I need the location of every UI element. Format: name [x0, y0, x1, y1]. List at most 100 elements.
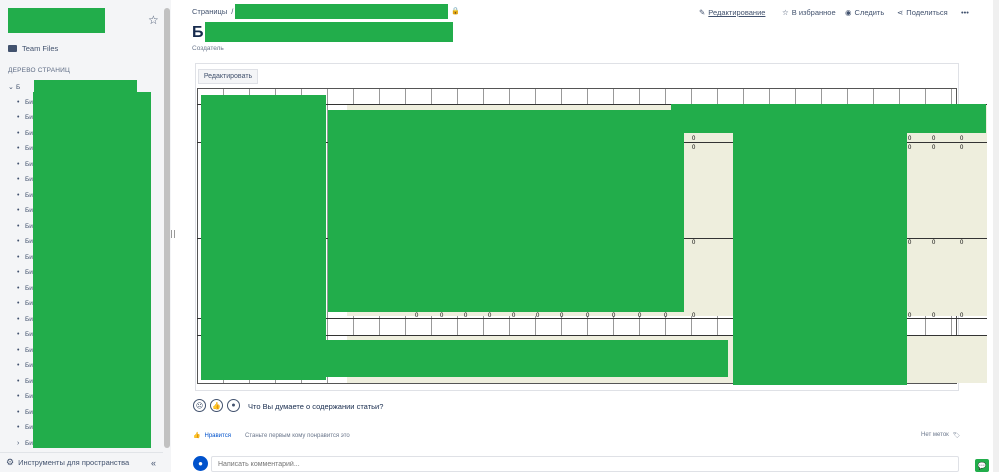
cell-zero: 0: [692, 313, 696, 319]
cell-zero: 0: [692, 145, 696, 151]
tree-item-label: Би: [25, 98, 33, 106]
watch-button[interactable]: ◉ Следить: [845, 8, 884, 17]
expand-arrow-icon: ⌄: [8, 84, 14, 91]
bullet-icon: •: [17, 98, 20, 106]
tree-item-label: Би: [25, 222, 33, 230]
tree-item-label: Би: [25, 269, 33, 276]
sidebar-tree-item[interactable]: • Би: [17, 254, 33, 261]
sidebar-tree-item[interactable]: • Би: [17, 130, 33, 137]
sidebar-tree-item[interactable]: • Би: [17, 114, 33, 121]
sidebar-tree-item[interactable]: • Би: [17, 316, 33, 323]
bullet-icon: •: [17, 346, 20, 354]
gear-icon: ⚙: [6, 457, 15, 467]
cell-zero: 0: [536, 313, 540, 319]
share-button[interactable]: ⋖ Поделиться: [897, 8, 948, 17]
bullet-icon: •: [17, 284, 20, 292]
sidebar-tree-item[interactable]: • Би: [17, 331, 33, 338]
cell-zero: 0: [932, 136, 936, 142]
tree-item-label: Би: [25, 145, 33, 152]
cell-zero: 0: [415, 313, 419, 319]
sidebar-tree-item[interactable]: • Би: [17, 300, 33, 307]
sidebar-tree-item[interactable]: • Би: [17, 393, 33, 400]
bullet-icon: •: [17, 207, 20, 214]
sidebar-tree-item[interactable]: • Би: [17, 409, 33, 416]
sidebar-tree-item[interactable]: • Би: [17, 99, 33, 106]
space-logo-redacted: [8, 8, 105, 33]
tree-item-label: Би: [25, 315, 33, 323]
user-icon[interactable]: ●: [227, 399, 240, 412]
sheet-redacted-top: [671, 104, 986, 133]
cell-zero: 0: [586, 313, 590, 319]
lock-icon[interactable]: 🔒: [451, 7, 460, 15]
sidebar-tree-item[interactable]: • Би: [17, 161, 33, 168]
bullet-icon: •: [17, 222, 20, 230]
sidebar-tree-item[interactable]: • Би: [17, 223, 33, 230]
page-scrollbar[interactable]: [993, 0, 999, 472]
pencil-icon: ✎: [699, 8, 706, 17]
bullet-icon: •: [17, 315, 20, 323]
bullet-icon: •: [17, 114, 20, 121]
cell-zero: 0: [908, 240, 912, 246]
favorite-button[interactable]: ☆ В избранное: [782, 8, 836, 17]
tree-item-label: Би: [25, 439, 33, 447]
sidebar-tree-item[interactable]: • Би: [17, 207, 33, 214]
cell-zero: 0: [638, 313, 642, 319]
edit-page-button[interactable]: ✎ Редактирование: [699, 8, 765, 17]
sidebar-tree-item[interactable]: › Би: [17, 440, 33, 447]
sidebar-tree-item[interactable]: • Би: [17, 424, 33, 431]
sidebar-tree-item[interactable]: • Би: [17, 347, 33, 354]
sidebar-tree-item[interactable]: • Би: [17, 145, 33, 152]
like-row: 👍 Нравится Станьте первым кому понравитс…: [193, 432, 350, 440]
tree-item-label: Би: [25, 362, 33, 369]
star-icon[interactable]: ☆: [148, 13, 159, 27]
bullet-icon: •: [17, 160, 20, 168]
tree-item-label: Би: [25, 207, 33, 214]
share-label: Поделиться: [906, 8, 948, 17]
bullet-icon: •: [17, 238, 20, 245]
bullet-icon: •: [17, 331, 20, 338]
sidebar-scrollbar-thumb[interactable]: [164, 8, 170, 448]
sidebar-tree-item[interactable]: • Би: [17, 378, 33, 385]
sidebar-tree-item[interactable]: • Би: [17, 238, 33, 245]
space-tools-button[interactable]: ⚙ Инструменты для пространства «: [0, 452, 163, 472]
tree-item-label: Би: [25, 300, 33, 307]
tree-item-label: Би: [25, 238, 33, 245]
sidebar-tree-item[interactable]: • Би: [17, 176, 33, 183]
labels-area[interactable]: Нет меток 🏷: [921, 432, 960, 439]
tree-item-label: Би: [25, 160, 33, 168]
bullet-icon: •: [17, 424, 20, 431]
team-files-label: Team Files: [22, 44, 59, 53]
edit-sheet-button[interactable]: Редактировать: [198, 69, 258, 84]
collapse-sidebar-icon[interactable]: «: [151, 458, 156, 468]
chat-icon[interactable]: 💬: [975, 459, 989, 472]
sheet-redacted-left: [201, 95, 326, 380]
dislike-icon[interactable]: ☹: [193, 399, 206, 412]
like-thumb-icon[interactable]: 👍: [210, 399, 223, 412]
like-link[interactable]: Нравится: [204, 433, 230, 439]
cell-zero: 0: [612, 313, 616, 319]
cell-zero: 0: [692, 240, 696, 246]
page-title: Б: [192, 24, 204, 41]
team-files-link[interactable]: Team Files: [8, 44, 58, 53]
sidebar-tree-item[interactable]: • Би: [17, 362, 33, 369]
more-actions-button[interactable]: •••: [961, 8, 969, 17]
cell-zero: 0: [960, 145, 964, 151]
page-author: Создатель: [192, 45, 224, 52]
sheet-redacted-bottom: [326, 340, 728, 377]
cell-zero: 0: [960, 313, 964, 319]
comment-input[interactable]: [211, 456, 959, 472]
bullet-icon: •: [17, 377, 20, 385]
sheet-redacted-center: [328, 110, 684, 312]
like-prompt: Станьте первым кому понравится это: [244, 432, 350, 439]
eye-icon: ◉: [845, 8, 852, 17]
sidebar-resize-handle[interactable]: [171, 230, 175, 238]
cell-zero: 0: [932, 145, 936, 151]
breadcrumb-root[interactable]: Страницы: [192, 7, 227, 16]
tree-item-label: Би: [25, 129, 33, 137]
sidebar-tree-item[interactable]: • Би: [17, 269, 33, 276]
sidebar-tree-item[interactable]: • Би: [17, 285, 33, 292]
sidebar-tree-item[interactable]: ⌄ Б: [8, 83, 20, 92]
tree-item-label: Би: [25, 393, 33, 400]
tree-item-label: Би: [25, 191, 33, 199]
sidebar-tree-item[interactable]: • Би: [17, 192, 33, 199]
